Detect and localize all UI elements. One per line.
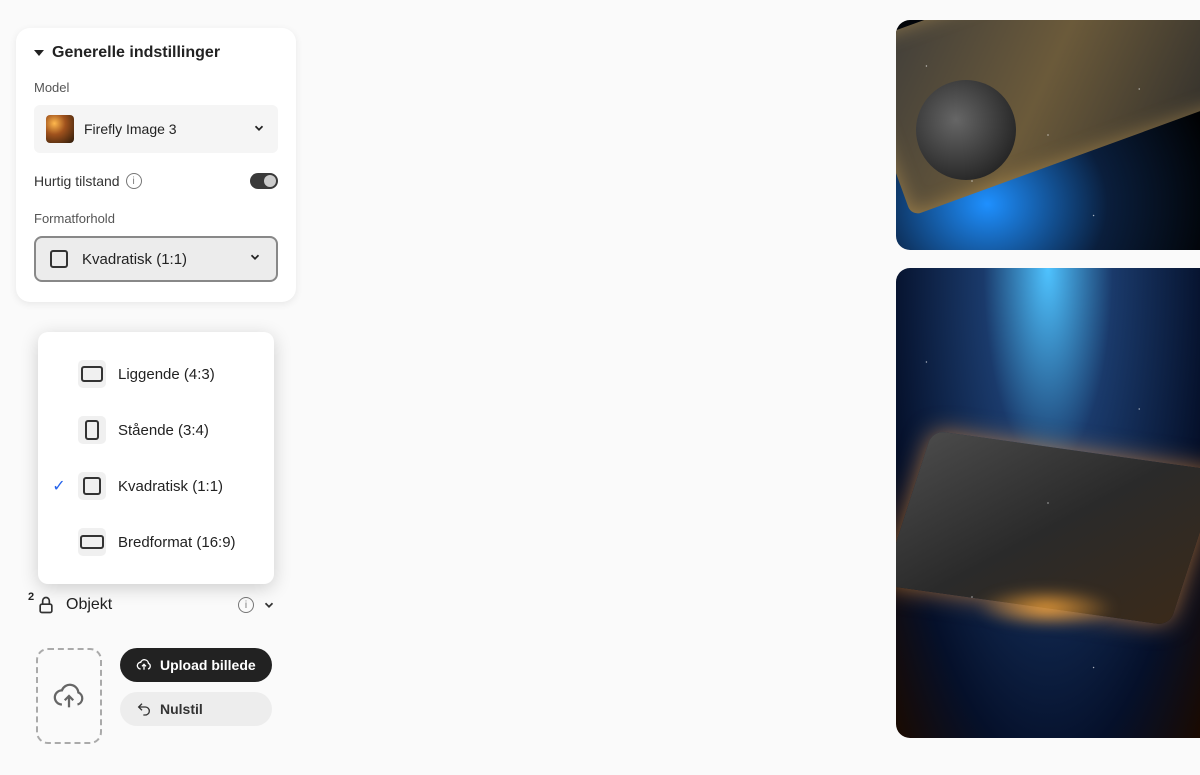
aspect-option-kvadratisk[interactable]: ✓ Kvadratisk (1:1) — [38, 458, 274, 514]
aspect-label: Formatforhold — [34, 211, 278, 226]
engine-glow — [976, 588, 1116, 628]
model-thumb-icon — [46, 115, 74, 143]
wide-ratio-icon — [78, 528, 106, 556]
stars-overlay — [896, 268, 1200, 738]
result-gallery — [896, 20, 1200, 738]
model-value: Firefly Image 3 — [84, 121, 177, 137]
object-section-header[interactable]: 2 Objekt i — [36, 595, 276, 615]
upload-button-label: Upload billede — [160, 657, 256, 673]
aspect-value: Kvadratisk (1:1) — [82, 251, 187, 268]
fast-mode-toggle[interactable] — [250, 173, 278, 189]
chevron-down-icon — [262, 598, 276, 612]
portrait-ratio-icon — [78, 416, 106, 444]
undo-icon — [136, 701, 152, 717]
aspect-option-liggende[interactable]: Liggende (4:3) — [38, 346, 274, 402]
aspect-option-staende[interactable]: Stående (3:4) — [38, 402, 274, 458]
square-ratio-icon — [50, 250, 68, 268]
option-label: Bredformat (16:9) — [118, 534, 236, 551]
model-label: Model — [34, 80, 278, 95]
fast-mode-row: Hurtig tilstand i — [34, 173, 278, 189]
cloud-upload-icon — [136, 657, 152, 673]
chevron-down-icon — [34, 50, 44, 56]
option-label: Kvadratisk (1:1) — [118, 478, 223, 495]
cloud-upload-icon — [52, 679, 86, 713]
option-label: Stående (3:4) — [118, 422, 209, 439]
aspect-option-bredformat[interactable]: Bredformat (16:9) — [38, 514, 274, 570]
object-header-text: Objekt — [66, 596, 112, 614]
upload-area: Upload billede Nulstil — [36, 648, 276, 744]
fast-mode-label: Hurtig tilstand — [34, 173, 120, 189]
lock-badge: 2 — [28, 591, 34, 603]
lock-icon — [36, 595, 56, 615]
stars-overlay — [896, 20, 1200, 250]
square-ratio-icon — [78, 472, 106, 500]
option-label: Liggende (4:3) — [118, 366, 215, 383]
reset-button[interactable]: Nulstil — [120, 692, 272, 726]
section-generelle[interactable]: Generelle indstillinger — [34, 44, 278, 62]
settings-panel: Generelle indstillinger Model Firefly Im… — [16, 28, 296, 302]
check-icon: ✓ — [52, 476, 66, 496]
drop-zone[interactable] — [36, 648, 102, 744]
generated-image-1[interactable] — [896, 20, 1200, 250]
aspect-dropdown: Liggende (4:3) Stående (3:4) ✓ Kvadratis… — [38, 332, 274, 584]
upload-button[interactable]: Upload billede — [120, 648, 272, 682]
generated-image-2[interactable] — [896, 268, 1200, 738]
chevron-down-icon — [248, 250, 262, 268]
section-title-text: Generelle indstillinger — [52, 44, 220, 62]
aspect-select[interactable]: Kvadratisk (1:1) — [34, 236, 278, 282]
chevron-down-icon — [252, 121, 266, 138]
info-icon[interactable]: i — [126, 173, 142, 189]
landscape-ratio-icon — [78, 360, 106, 388]
reset-button-label: Nulstil — [160, 701, 203, 717]
model-select[interactable]: Firefly Image 3 — [34, 105, 278, 153]
info-icon[interactable]: i — [238, 597, 254, 613]
